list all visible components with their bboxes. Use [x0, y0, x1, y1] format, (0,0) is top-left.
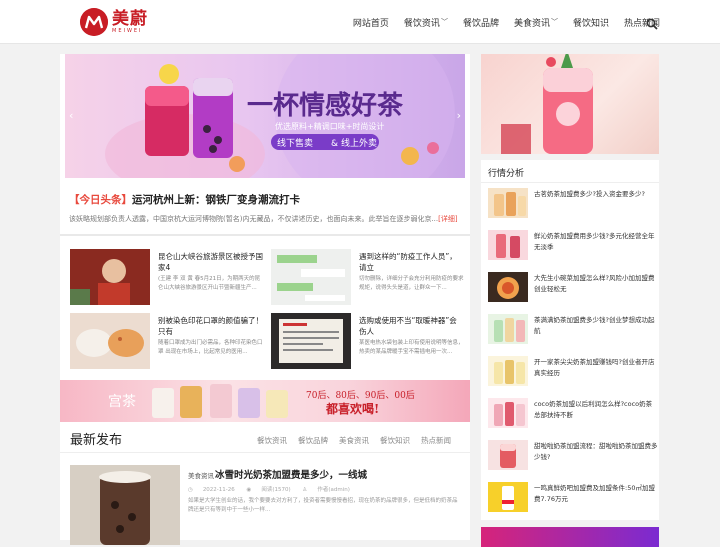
- sidebar-thumb-image: [488, 314, 528, 344]
- site-logo[interactable]: 美蔚 MEIWEI: [80, 8, 148, 36]
- chevron-down-icon: ﹀: [440, 18, 448, 26]
- nav-item-food-news[interactable]: 美食资讯 ﹀: [514, 16, 558, 29]
- svg-text:&: &: [331, 139, 338, 149]
- sidebar-item-text: 鲜沁奶茶加盟费用多少钱?多元化经营全年无淡季: [534, 232, 655, 251]
- sidebar-item-text: 茶满满奶茶加盟费多少钱?创业梦想成功起航: [534, 316, 655, 335]
- sidebar-item-text: coco奶茶加盟以后利润怎么样?coco奶茶总部扶持不断: [534, 400, 653, 419]
- news-thumb-image: [70, 249, 150, 305]
- sidebar-item[interactable]: 鲜沁奶茶加盟费用多少钱?多元化经营全年无淡季: [488, 230, 654, 262]
- sidebar-thumb-image: [488, 482, 528, 512]
- sidebar-thumb-image: [488, 440, 528, 470]
- banner-subline: 优选原料+精调口味+时尚设计: [275, 121, 384, 131]
- sidebar-item-text: 一鸣真鲜奶吧加盟费及加盟条件:50㎡加盟费7.76万元: [534, 484, 655, 503]
- news-card-title: 别被染色印花口罩的颜值骗了！只有: [158, 316, 263, 336]
- logo-mark-icon: [80, 8, 108, 36]
- post-title[interactable]: 冰雪时光奶茶加盟费是多少，一线城: [215, 467, 367, 481]
- sidebar-item-text: 古茗奶茶加盟费多少?投入资金要多少?: [534, 190, 645, 198]
- news-thumb-image: [271, 249, 351, 305]
- nav-item-dining-news[interactable]: 餐饮资讯 ﹀: [404, 16, 448, 29]
- latest-tab[interactable]: 餐饮资讯: [257, 435, 287, 446]
- headline-excerpt: 该妖略规划部负责人透露，中国京杭大运河博物院(暂名)内无藏品，不仅讲述历史，也面…: [69, 215, 458, 223]
- post-category[interactable]: 美食资讯: [188, 470, 214, 480]
- latest-heading: 最新发布: [70, 433, 123, 448]
- sidebar-item[interactable]: 开一家茶尖尖奶茶加盟赚钱吗?创业者开店真实经历: [488, 356, 654, 388]
- logo-name-en: MEIWEI: [112, 27, 143, 34]
- logo-name-cn: 美蔚: [112, 8, 148, 29]
- nav-item-dining-brands[interactable]: 餐饮品牌: [463, 16, 499, 29]
- eye-icon: ◉: [246, 487, 252, 493]
- news-card-desc: 某医电热水袋包装上印有使用说明等信息，热卖的某品牌暖手宝不需插电用一次...: [359, 340, 464, 355]
- sidebar-item[interactable]: 甜啦啦奶茶加盟流程：甜啦啦奶茶加盟费多少钱?: [488, 440, 658, 472]
- chevron-down-icon: ﹀: [550, 18, 558, 26]
- site-header: 美蔚 MEIWEI 网站首页 餐饮资讯 ﹀ 餐饮品牌 美食资讯 ﹀ 餐饮知识 热点新…: [0, 0, 720, 44]
- top-headline[interactable]: 【今日头条】运河杭州上新：钢铁厂变身潮流打卡: [69, 192, 300, 207]
- post-date: 2022-11-26: [202, 487, 235, 493]
- sidebar-ad-image[interactable]: [481, 54, 659, 154]
- search-icon[interactable]: [646, 15, 658, 30]
- ad-banner-strip[interactable]: 宫茶 70后、80后、90后、00后 都喜欢喝!: [60, 380, 470, 422]
- post-author: 作者(admin): [317, 487, 350, 493]
- post-views: 阅读(1570): [261, 487, 291, 493]
- sidebar-thumb-image: [488, 230, 528, 260]
- banner-pill-online: 线上外卖: [341, 137, 377, 149]
- sidebar-item[interactable]: 茶满满奶茶加盟费多少钱?创业梦想成功起航: [488, 314, 654, 346]
- headline-tag: 【今日头条】: [69, 194, 132, 206]
- banner-pill-offline: 线下售卖: [277, 137, 313, 149]
- sidebar-item-text: 大先生小碗菜加盟怎么样?风险小加加盟费创业轻松无: [534, 274, 655, 293]
- sidebar-item[interactable]: 大先生小碗菜加盟怎么样?风险小加加盟费创业轻松无: [488, 272, 654, 304]
- banner-next-arrow-icon[interactable]: ›: [457, 109, 461, 122]
- ad-strip-brand: 宫茶: [108, 394, 136, 410]
- latest-post[interactable]: 美食资讯 冰雪时光奶茶加盟费是多少，一线城 ◷ 2022-11-26 ◉ 阅读(15…: [70, 465, 460, 545]
- main-nav: 网站首页 餐饮资讯 ﹀ 餐饮品牌 美食资讯 ﹀ 餐饮知识 热点新闻: [338, 0, 660, 44]
- banner-prev-arrow-icon[interactable]: ‹: [69, 109, 73, 122]
- section-divider: [60, 234, 470, 236]
- news-card-desc: 切勿删除，详细分子会充分利用防疫的要求规矩，说得头头是道，让群众一下...: [359, 276, 464, 291]
- news-card-title: 昆仑山大峡谷旅游景区被授予国家4: [158, 252, 263, 272]
- latest-tab[interactable]: 餐饮知识: [380, 435, 410, 446]
- post-thumb-image: [70, 465, 180, 545]
- post-excerpt: 如果是大学生创业的话，我个要要去对方利了，投资者需要慢慢看招，现在奶茶的品牌很多…: [188, 498, 458, 513]
- nav-item-home[interactable]: 网站首页: [353, 16, 389, 29]
- news-card-title: 遇到这样的“防疫工作人员”，请立: [359, 252, 457, 272]
- news-card-title: 选购或使用不当“取暖神器”会伤人: [359, 316, 457, 336]
- latest-tabs: 餐饮资讯 餐饮品牌 美食资讯 餐饮知识 热点新闻: [246, 435, 451, 446]
- news-thumb-image: [271, 313, 351, 369]
- sidebar-divider: [481, 182, 659, 183]
- sidebar-item-text: 甜啦啦奶茶加盟流程：甜啦啦奶茶加盟费多少钱?: [534, 442, 658, 461]
- user-icon: ♙: [302, 487, 308, 493]
- news-card[interactable]: 遇到这样的“防疫工作人员”，请立 切勿删除，详细分子会充分利用防疫的要求规矩，说…: [271, 249, 466, 309]
- sidebar-item-text: 开一家茶尖尖奶茶加盟赚钱吗?创业者开店真实经历: [534, 358, 655, 377]
- news-card[interactable]: 昆仑山大峡谷旅游景区被授予国家4 (王建 李 双 黄 春5月21日，为期两天的昆…: [70, 249, 265, 309]
- news-thumb-image: [70, 313, 150, 369]
- headline-more-link[interactable]: [详细]: [438, 215, 457, 223]
- sidebar-market-analysis: 行情分析 古茗奶茶加盟费多少?投入资金要多少? 鲜沁奶茶加盟费用多少钱?多元化经…: [481, 160, 659, 520]
- sidebar-thumb-image: [488, 272, 528, 302]
- latest-tab[interactable]: 餐饮品牌: [298, 435, 328, 446]
- latest-divider: [60, 452, 470, 453]
- post-meta: ◷ 2022-11-26 ◉ 阅读(1570) ♙ 作者(admin): [188, 485, 360, 493]
- main-column: 一杯情感好茶 优选原料+精调口味+时尚设计 线下售卖 & 线上外卖 ‹ › 【今…: [60, 54, 470, 545]
- hero-banner[interactable]: 一杯情感好茶 优选原料+精调口味+时尚设计 线下售卖 & 线上外卖 ‹ ›: [65, 54, 465, 178]
- sidebar-thumb-image: [488, 188, 528, 218]
- latest-tab[interactable]: 热点新闻: [421, 435, 451, 446]
- sidebar-title: 行情分析: [488, 169, 525, 179]
- sidebar-item[interactable]: 一鸣真鲜奶吧加盟费及加盟条件:50㎡加盟费7.76万元: [488, 482, 655, 514]
- ad-strip-line2: 都喜欢喝!: [325, 401, 379, 416]
- banner-headline-art: 一杯情感好茶: [247, 91, 404, 121]
- news-card[interactable]: 别被染色印花口罩的颜值骗了！只有 随着口罩成为出门必需品，各种印花染色口罩 出现…: [70, 313, 265, 373]
- latest-tab[interactable]: 美食资讯: [339, 435, 369, 446]
- headline-title: 运河杭州上新：钢铁厂变身潮流打卡: [132, 194, 300, 206]
- news-card-desc: (王建 李 双 黄 春5月21日，为期两天的昆仑山大峡谷旅游景区开山节暨新疆生产…: [158, 276, 261, 291]
- sidebar-ad-bottom[interactable]: [481, 527, 659, 547]
- ad-strip-line1: 70后、80后、90后、00后: [306, 390, 415, 401]
- nav-item-dining-knowledge[interactable]: 餐饮知识: [573, 16, 609, 29]
- sidebar-thumb-image: [488, 398, 528, 428]
- clock-icon: ◷: [188, 487, 193, 493]
- sidebar-thumb-image: [488, 356, 528, 386]
- sidebar-item[interactable]: 古茗奶茶加盟费多少?投入资金要多少?: [488, 188, 654, 220]
- news-card[interactable]: 选购或使用不当“取暖神器”会伤人 某医电热水袋包装上印有使用说明等信息，热卖的某…: [271, 313, 466, 373]
- sidebar-item[interactable]: coco奶茶加盟以后利润怎么样?coco奶茶总部扶持不断: [488, 398, 654, 430]
- news-card-desc: 随着口罩成为出门必需品，各种印花染色口罩 出现在市场上，比起常见的医用...: [158, 340, 263, 355]
